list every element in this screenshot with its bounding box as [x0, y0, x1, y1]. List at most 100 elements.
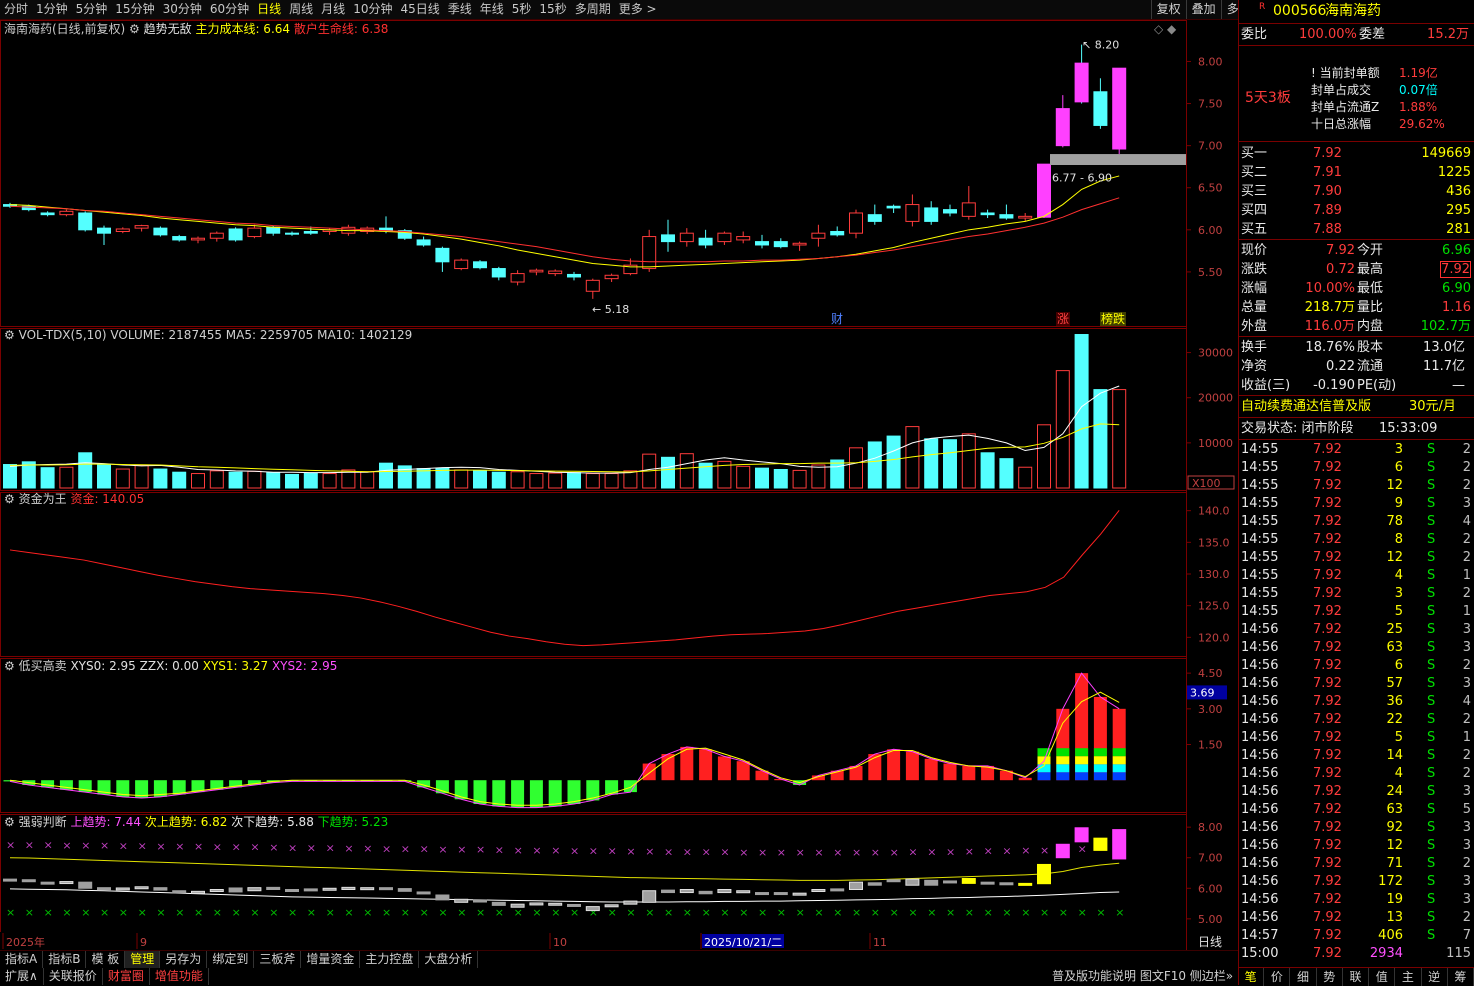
strength-tick-label: 7.00 [1198, 852, 1223, 865]
strength-candle [172, 890, 187, 894]
candle [999, 204, 1014, 220]
tick-count: 5 [1462, 802, 1471, 817]
period-6[interactable]: 日线 [253, 0, 285, 19]
side-tab-4[interactable]: 联 [1343, 968, 1370, 986]
promo-price[interactable]: 30元/月 [1409, 397, 1456, 416]
period-8[interactable]: 月线 [317, 0, 349, 19]
indicator-tab-0[interactable]: 指标A [0, 951, 44, 968]
promo-row[interactable]: 自动续费通达信普及版 30元/月 [1239, 397, 1474, 416]
fund-settings-icon[interactable]: ⚙ [4, 492, 15, 506]
x-axis-period[interactable]: 日线 [1198, 935, 1222, 949]
down-trend-mark: × [156, 906, 165, 919]
lowbuy-bar [548, 780, 562, 807]
tick-count: 2 [1462, 550, 1471, 565]
side-tab-2[interactable]: 细 [1290, 968, 1317, 986]
tick-volume: 63 [1386, 802, 1403, 817]
event-marker[interactable]: 财 [831, 312, 843, 326]
event-marker[interactable]: 榜跌 [1101, 311, 1125, 326]
volume-bar [1093, 389, 1108, 489]
indicator-tab-1[interactable]: 指标B [43, 951, 87, 968]
period-15[interactable]: 多周期 [571, 0, 615, 19]
indicator-tab-5[interactable]: 绑定到 [207, 951, 255, 968]
stat-value2: 1.16 [1442, 300, 1471, 315]
vol-settings-icon[interactable]: ⚙ [4, 328, 15, 342]
diamond-icon[interactable]: ◇ ◆ [1154, 22, 1176, 36]
extension-tab-3[interactable]: 增值功能 [150, 968, 209, 985]
strength-candle [3, 878, 17, 882]
period-7[interactable]: 周线 [285, 0, 317, 19]
tick-side: S [1427, 676, 1436, 691]
side-tab-0[interactable]: 笔 [1238, 968, 1265, 986]
up-trend-mark: × [626, 845, 635, 858]
extension-tab-1[interactable]: 关联报价 [44, 968, 103, 985]
lowbuy-signal-block [1112, 772, 1126, 781]
r-icon: R [1259, 2, 1266, 12]
tick-volume: 63 [1386, 640, 1403, 655]
period-3[interactable]: 15分钟 [111, 0, 158, 19]
period-2[interactable]: 5分钟 [72, 0, 112, 19]
seal-info-value: 1.19亿 [1399, 66, 1438, 80]
extension-tab-2[interactable]: 财富圈 [103, 968, 150, 985]
period-1[interactable]: 1分钟 [32, 0, 72, 19]
indicator-tab-2[interactable]: 模 板 [86, 951, 126, 968]
volume-bar [792, 469, 807, 489]
settings-icon[interactable]: ⚙ [129, 22, 140, 36]
tool-1[interactable]: 叠加 [1185, 0, 1221, 19]
period-0[interactable]: 分时 [0, 0, 32, 19]
down-trend-mark: × [194, 906, 203, 919]
period-16[interactable]: 更多 > [615, 0, 661, 19]
extension-tab-0[interactable]: 扩展∧ [0, 968, 44, 985]
stat-label: 涨跌 [1241, 262, 1268, 277]
chart-canvas[interactable]: 8.00 7.50 7.00 6.50 6.00 5.50 6.77 - 6.90 ↖ 8.2… [0, 20, 1238, 950]
strength-settings-icon[interactable]: ⚙ [4, 815, 15, 829]
lowbuy-settings-icon[interactable]: ⚙ [4, 659, 15, 673]
period-11[interactable]: 季线 [444, 0, 476, 19]
promo-text[interactable]: 自动续费通达信普及版 [1241, 397, 1371, 416]
volume-bar [40, 467, 55, 489]
tick-time: 14:56 [1241, 856, 1279, 871]
period-9[interactable]: 10分钟 [349, 0, 396, 19]
volume-bar [567, 472, 581, 489]
period-13[interactable]: 5秒 [508, 0, 536, 19]
event-marker[interactable]: 涨 [1057, 311, 1069, 326]
side-tab-5[interactable]: 值 [1369, 968, 1396, 986]
period-10[interactable]: 45日线 [396, 0, 443, 19]
strength-candle [1074, 827, 1089, 843]
tick-time: 14:55 [1241, 442, 1279, 457]
side-tab-8[interactable]: 筹 [1448, 968, 1474, 986]
bid-label: 买一 [1241, 146, 1268, 161]
lowbuy-signal-block [1112, 756, 1126, 765]
up-trend-mark: × [382, 842, 391, 855]
period-4[interactable]: 30分钟 [159, 0, 206, 19]
bottom-status[interactable]: 普及版功能说明 图文F10 侧边栏» [1052, 969, 1233, 983]
stat2-label2: PE(动) [1357, 378, 1397, 393]
stat-row: 现价 7.92 今开 6.96 [1239, 241, 1474, 260]
indicator-tab-7[interactable]: 增量资金 [301, 951, 361, 968]
period-12[interactable]: 年线 [476, 0, 508, 19]
tick-row: 14:56 7.92 25 S 3 [1239, 621, 1474, 639]
indicator-tab-8[interactable]: 主力控盘 [360, 951, 420, 968]
period-5[interactable]: 60分钟 [206, 0, 253, 19]
period-14[interactable]: 15秒 [535, 0, 570, 19]
up-trend-mark: × [1040, 844, 1049, 857]
strength-candle [698, 890, 713, 895]
side-tab-7[interactable]: 逆 [1422, 968, 1448, 986]
down-trend-mark: × [1078, 906, 1087, 919]
lowbuy-signal-block [1075, 756, 1089, 765]
tick-count: 3 [1462, 838, 1471, 853]
indicator-tab-3[interactable]: 管理 [125, 951, 161, 968]
tool-0[interactable]: 复权 [1150, 0, 1186, 19]
volume-bar [266, 472, 281, 489]
side-tab-6[interactable]: 主 [1395, 968, 1422, 986]
side-tab-3[interactable]: 势 [1317, 968, 1343, 986]
volume-bar [623, 470, 638, 489]
side-tab-1[interactable]: 价 [1264, 968, 1291, 986]
tick-row: 14:56 7.92 71 S 2 [1239, 855, 1474, 873]
tick-volume: 25 [1386, 622, 1403, 637]
indicator-tab-4[interactable]: 另存为 [160, 951, 208, 968]
tick-time: 14:56 [1241, 802, 1279, 817]
strength-candle [397, 888, 412, 892]
indicator-tab-6[interactable]: 三板斧 [254, 951, 302, 968]
lowbuy-signal-block [1112, 764, 1126, 773]
indicator-tab-9[interactable]: 大盘分析 [419, 951, 479, 968]
